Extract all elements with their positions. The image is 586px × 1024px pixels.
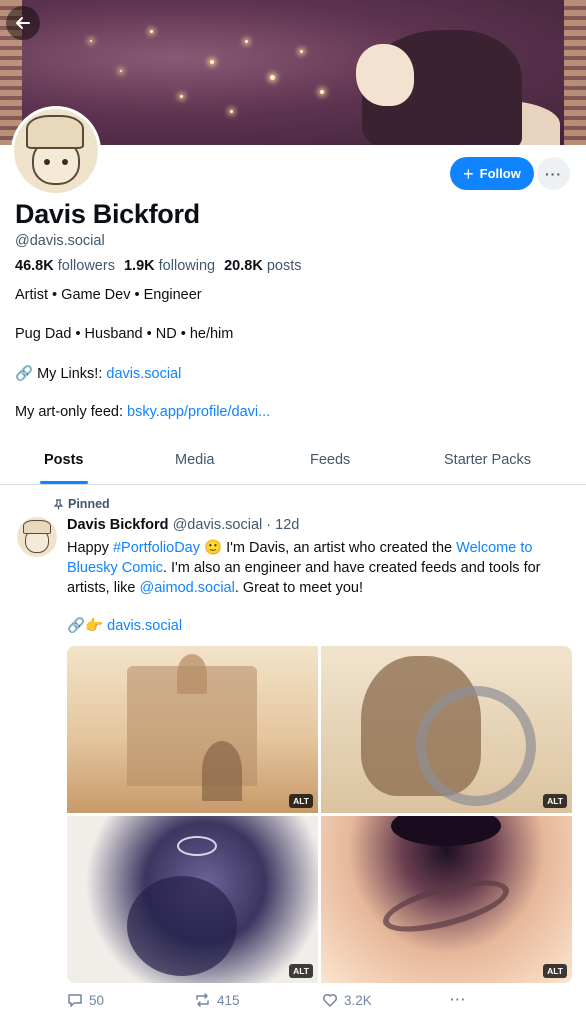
posts-stat: 20.8K posts — [224, 258, 302, 274]
post-author-avatar[interactable] — [17, 517, 57, 557]
like-count: 3.2K — [344, 992, 372, 1008]
hashtag-link[interactable]: #PortfolioDay — [113, 540, 200, 556]
post-image-grid: ALT ALT ALT ALT — [67, 646, 572, 984]
alt-badge[interactable]: ALT — [543, 794, 567, 808]
pinned-indicator: Pinned — [53, 497, 110, 511]
post-external-link[interactable]: davis.social — [107, 618, 182, 634]
alt-badge[interactable]: ALT — [289, 964, 313, 978]
ellipsis-icon: ··· — [545, 165, 562, 182]
post-image-blackhole[interactable]: ALT — [321, 816, 572, 983]
comment-icon — [68, 994, 82, 1007]
reply-button[interactable]: 50 — [67, 992, 104, 1008]
ellipsis-icon: ··· — [450, 992, 467, 1007]
post-image-galaxy[interactable]: ALT — [67, 816, 318, 983]
alt-badge[interactable]: ALT — [289, 794, 313, 808]
profile-name: Davis Bickford — [15, 199, 200, 229]
plus-icon: + — [463, 163, 474, 184]
links-url[interactable]: davis.social — [106, 366, 181, 382]
post-image-bear[interactable]: ALT — [321, 646, 572, 813]
profile-tabs: Posts Media Feeds Starter Packs — [0, 441, 586, 485]
more-options-button[interactable]: ··· — [537, 157, 570, 190]
repost-button[interactable]: 415 — [194, 992, 240, 1008]
tab-starter-packs[interactable]: Starter Packs — [444, 452, 531, 468]
avatar-image — [14, 109, 98, 193]
tab-feeds[interactable]: Feeds — [310, 452, 350, 468]
bio-art-feed-line: My art-only feed: bsky.app/profile/davi.… — [15, 404, 271, 420]
profile-stats: 46.8K followers 1.9K following 20.8K pos… — [15, 258, 302, 274]
mention-link[interactable]: @aimod.social — [140, 580, 235, 596]
reply-count: 50 — [89, 992, 105, 1008]
followers-stat[interactable]: 46.8K followers — [15, 258, 115, 274]
following-stat[interactable]: 1.9K following — [124, 258, 215, 274]
profile-avatar[interactable] — [11, 106, 101, 196]
follow-label: Follow — [479, 166, 521, 181]
pin-icon — [53, 498, 64, 509]
like-button[interactable]: 3.2K — [322, 992, 372, 1008]
follow-button[interactable]: + Follow — [450, 157, 534, 190]
repost-icon — [196, 993, 209, 1007]
bio-line-1: Artist • Game Dev • Engineer — [15, 287, 202, 303]
tab-posts[interactable]: Posts — [44, 452, 84, 468]
active-tab-indicator — [40, 481, 88, 484]
tab-media[interactable]: Media — [175, 452, 215, 468]
link-emoji: 🔗👉 — [67, 618, 104, 634]
arrow-left-icon — [16, 17, 30, 29]
post-body: Happy #PortfolioDay 🙂 I'm Davis, an arti… — [67, 540, 541, 596]
art-feed-url[interactable]: bsky.app/profile/davi... — [127, 404, 270, 420]
post-image-castle[interactable]: ALT — [67, 646, 318, 813]
profile-handle: @davis.social — [15, 233, 105, 249]
post-more-button[interactable]: ··· — [450, 992, 467, 1007]
banner-frame-right — [564, 0, 586, 145]
alt-badge[interactable]: ALT — [543, 964, 567, 978]
post-actions: 50 415 3.2K ··· — [67, 992, 572, 1012]
bio-line-2: Pug Dad • Husband • ND • he/him — [15, 326, 234, 342]
repost-count: 415 — [217, 992, 240, 1008]
post-link-line: 🔗👉 davis.social — [67, 617, 182, 634]
heart-icon — [322, 993, 338, 1007]
bio-links-line: 🔗 My Links!: davis.social — [15, 366, 182, 382]
back-button[interactable] — [6, 6, 40, 40]
post-author-name[interactable]: Davis Bickford — [67, 517, 169, 533]
post-header: Davis Bickford @davis.social · 12d — [67, 517, 299, 533]
post-time[interactable]: · 12d — [266, 517, 299, 533]
post-author-handle[interactable]: @davis.social — [173, 517, 263, 533]
